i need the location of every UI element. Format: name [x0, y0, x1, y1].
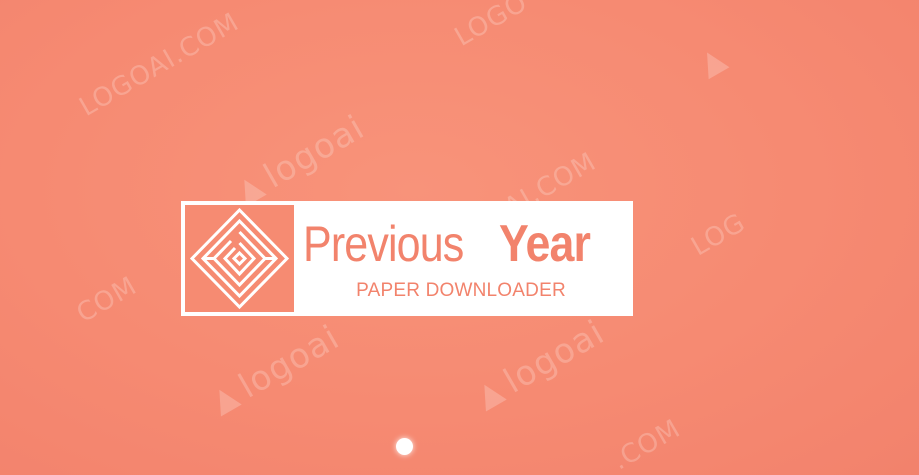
nested-diamond-maze-icon — [189, 207, 290, 310]
logo-emblem — [183, 203, 296, 314]
page-background: { "logo": { "title_light": "Previous", "… — [0, 0, 919, 475]
logo-banner: Previous Year PAPER DOWNLOADER — [181, 201, 633, 316]
watermark-brand-text: logoai — [232, 317, 347, 407]
watermark-text: COM — [71, 270, 143, 330]
watermark-text: LOGO — [449, 0, 533, 53]
watermark-text: .COM — [607, 413, 686, 475]
logo-title-light: Previous — [303, 216, 464, 272]
watermark-logo: logoai — [469, 312, 611, 417]
watermark-brand-text: logoai — [257, 107, 372, 197]
logo-title: Previous Year — [303, 209, 591, 279]
watermark-logo: logoai — [204, 317, 346, 422]
watermark-brand-text: logoai — [497, 312, 612, 402]
watermark-text: LOG — [686, 207, 751, 263]
logo-title-bold: Year — [499, 215, 591, 273]
watermark-logo — [692, 35, 740, 86]
logoai-mark-icon — [473, 378, 507, 412]
logoai-mark-icon — [696, 46, 730, 80]
watermark-logo: logoai — [229, 107, 371, 212]
watermark-text: LOGOAI.COM — [74, 7, 245, 123]
loading-dot-indicator — [396, 438, 413, 455]
logoai-mark-icon — [208, 383, 242, 417]
logo-subtitle: PAPER DOWNLOADER — [356, 280, 566, 301]
